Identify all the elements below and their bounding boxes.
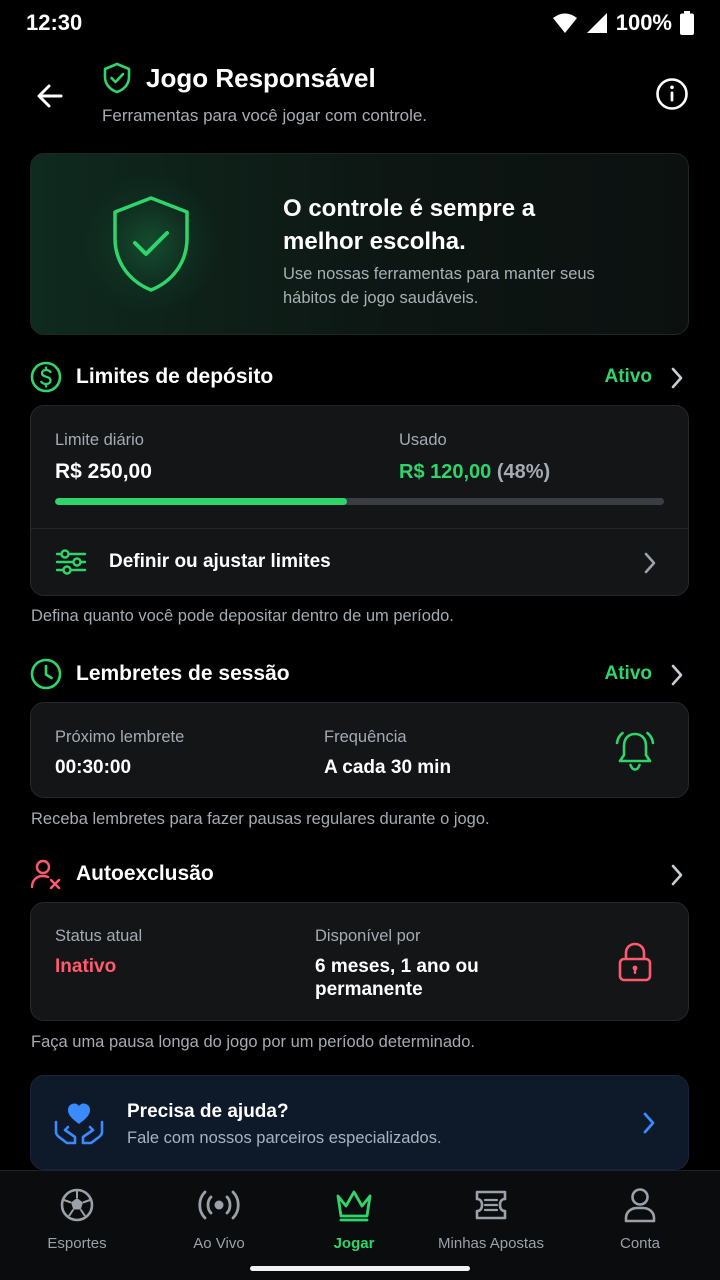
- soccer-ball-icon: [60, 1188, 94, 1222]
- dollar-circle-icon: [30, 361, 62, 393]
- nav-item-minhas-apostas[interactable]: Minhas Apostas: [421, 1185, 561, 1252]
- nav-item-ao-vivo[interactable]: Ao Vivo: [149, 1185, 289, 1252]
- nav-label: Jogar: [333, 1235, 375, 1252]
- nav-item-conta[interactable]: Conta: [570, 1185, 710, 1252]
- session-reminders-card: Próximo lembrete 00:30:00 Frequência A c…: [30, 702, 689, 798]
- clock-icon: [30, 658, 62, 690]
- hero-banner: O controle é sempre a melhor escolha. Us…: [30, 153, 689, 335]
- wifi-icon: [552, 13, 577, 33]
- home-indicator: [250, 1266, 470, 1271]
- live-broadcast-icon: [198, 1190, 240, 1220]
- hero-description: Use nossas ferramentas para manter seus …: [283, 265, 595, 307]
- back-button[interactable]: [28, 74, 72, 118]
- help-card[interactable]: Precisa de ajuda? Fale com nossos parcei…: [30, 1075, 689, 1170]
- arrow-left-icon: [37, 84, 63, 108]
- signal-icon: [586, 13, 607, 33]
- title-row: Jogo Responsável: [102, 62, 376, 94]
- lock-icon: [618, 942, 652, 982]
- ticket-icon: [475, 1190, 507, 1220]
- user-x-icon: [30, 859, 61, 890]
- nav-label: Conta: [619, 1235, 661, 1252]
- adjust-limits-label: Definir ou ajustar limites: [109, 551, 331, 572]
- self-exclusion-card: Status atual Inativo Disponível por 6 me…: [30, 902, 689, 1021]
- section-title: Limites de depósito: [76, 365, 274, 388]
- nav-label: Minhas Apostas: [438, 1235, 544, 1252]
- page-subtitle: Ferramentas para você jogar com controle…: [102, 106, 428, 125]
- info-button[interactable]: [654, 76, 690, 112]
- frequency-label: Frequência: [324, 728, 407, 746]
- user-icon: [624, 1188, 656, 1223]
- shield-check-icon: [103, 62, 131, 94]
- chevron-right-icon: [644, 552, 656, 574]
- next-reminder-label: Próximo lembrete: [55, 728, 185, 746]
- page-title: Jogo Responsável: [146, 62, 376, 93]
- session-reminders-header[interactable]: Lembretes de sessão Ativo: [30, 654, 690, 694]
- session-reminders-caption: Receba lembretes para fazer pausas regul…: [31, 810, 490, 828]
- nav-item-esportes[interactable]: Esportes: [7, 1185, 147, 1252]
- status-active: Ativo: [604, 663, 653, 684]
- used-label: Usado: [399, 431, 447, 449]
- deposit-limits-card: Limite diário R$ 250,00 Usado R$ 120,00 …: [30, 405, 689, 596]
- status-bar: 12:30 100%: [0, 0, 720, 46]
- help-subtitle: Fale com nossos parceiros especializados…: [127, 1129, 442, 1147]
- section-title: Autoexclusão: [76, 862, 214, 885]
- clock: 12:30: [26, 10, 83, 35]
- section-title: Lembretes de sessão: [76, 662, 290, 685]
- status-active: Ativo: [604, 366, 653, 387]
- adjust-limits-button[interactable]: Definir ou ajustar limites: [31, 529, 688, 595]
- self-exclusion-caption: Faça uma pausa longa do jogo por um perí…: [31, 1033, 475, 1051]
- shield-check-large-icon: [113, 196, 189, 292]
- help-title: Precisa de ajuda?: [127, 1101, 289, 1122]
- crown-icon: [336, 1190, 372, 1222]
- chevron-right-icon: [643, 1112, 655, 1134]
- current-status-label: Status atual: [55, 927, 143, 945]
- sliders-icon: [55, 549, 87, 575]
- daily-limit-value: R$ 250,00: [55, 460, 152, 483]
- hero-title: O controle é sempre a melhor escolha.: [283, 195, 536, 255]
- bottom-navigation: Esportes Ao Vivo Jogar Minhas Apostas Co…: [0, 1170, 720, 1280]
- heart-hands-icon: [54, 1103, 104, 1145]
- nav-label: Esportes: [47, 1235, 107, 1252]
- daily-limit-label: Limite diário: [55, 431, 144, 449]
- available-value-line2: permanente: [315, 979, 423, 1000]
- next-reminder-value: 00:30:00: [55, 757, 132, 778]
- chevron-right-icon: [671, 367, 683, 389]
- nav-item-jogar[interactable]: Jogar: [284, 1185, 424, 1252]
- battery-percent: 100%: [615, 10, 672, 35]
- battery-icon: [680, 11, 694, 35]
- deposit-progress-bar: [55, 498, 664, 505]
- deposit-limits-header[interactable]: Limites de depósito Ativo: [30, 357, 690, 397]
- available-value-line1: 6 meses, 1 ano ou: [315, 956, 479, 977]
- deposit-progress-fill: [55, 498, 348, 505]
- nav-label: Ao Vivo: [193, 1235, 245, 1252]
- used-percent: (48%): [496, 461, 551, 483]
- status-icons: 100%: [552, 10, 694, 36]
- bell-ringing-icon: [615, 731, 655, 771]
- self-exclusion-header[interactable]: Autoexclusão: [30, 854, 690, 894]
- chevron-right-icon: [671, 664, 683, 686]
- used-value: R$ 120,00: [399, 461, 492, 483]
- used-amount-row: R$ 120,00 (48%): [399, 461, 550, 484]
- frequency-value: A cada 30 min: [324, 757, 452, 778]
- current-status-value: Inativo: [55, 956, 117, 977]
- page-header: Jogo Responsável Ferramentas para você j…: [0, 58, 720, 138]
- available-label: Disponível por: [315, 927, 421, 945]
- chevron-right-icon: [671, 864, 683, 886]
- info-icon: [656, 78, 688, 110]
- deposit-limits-caption: Defina quanto você pode depositar dentro…: [31, 607, 454, 625]
